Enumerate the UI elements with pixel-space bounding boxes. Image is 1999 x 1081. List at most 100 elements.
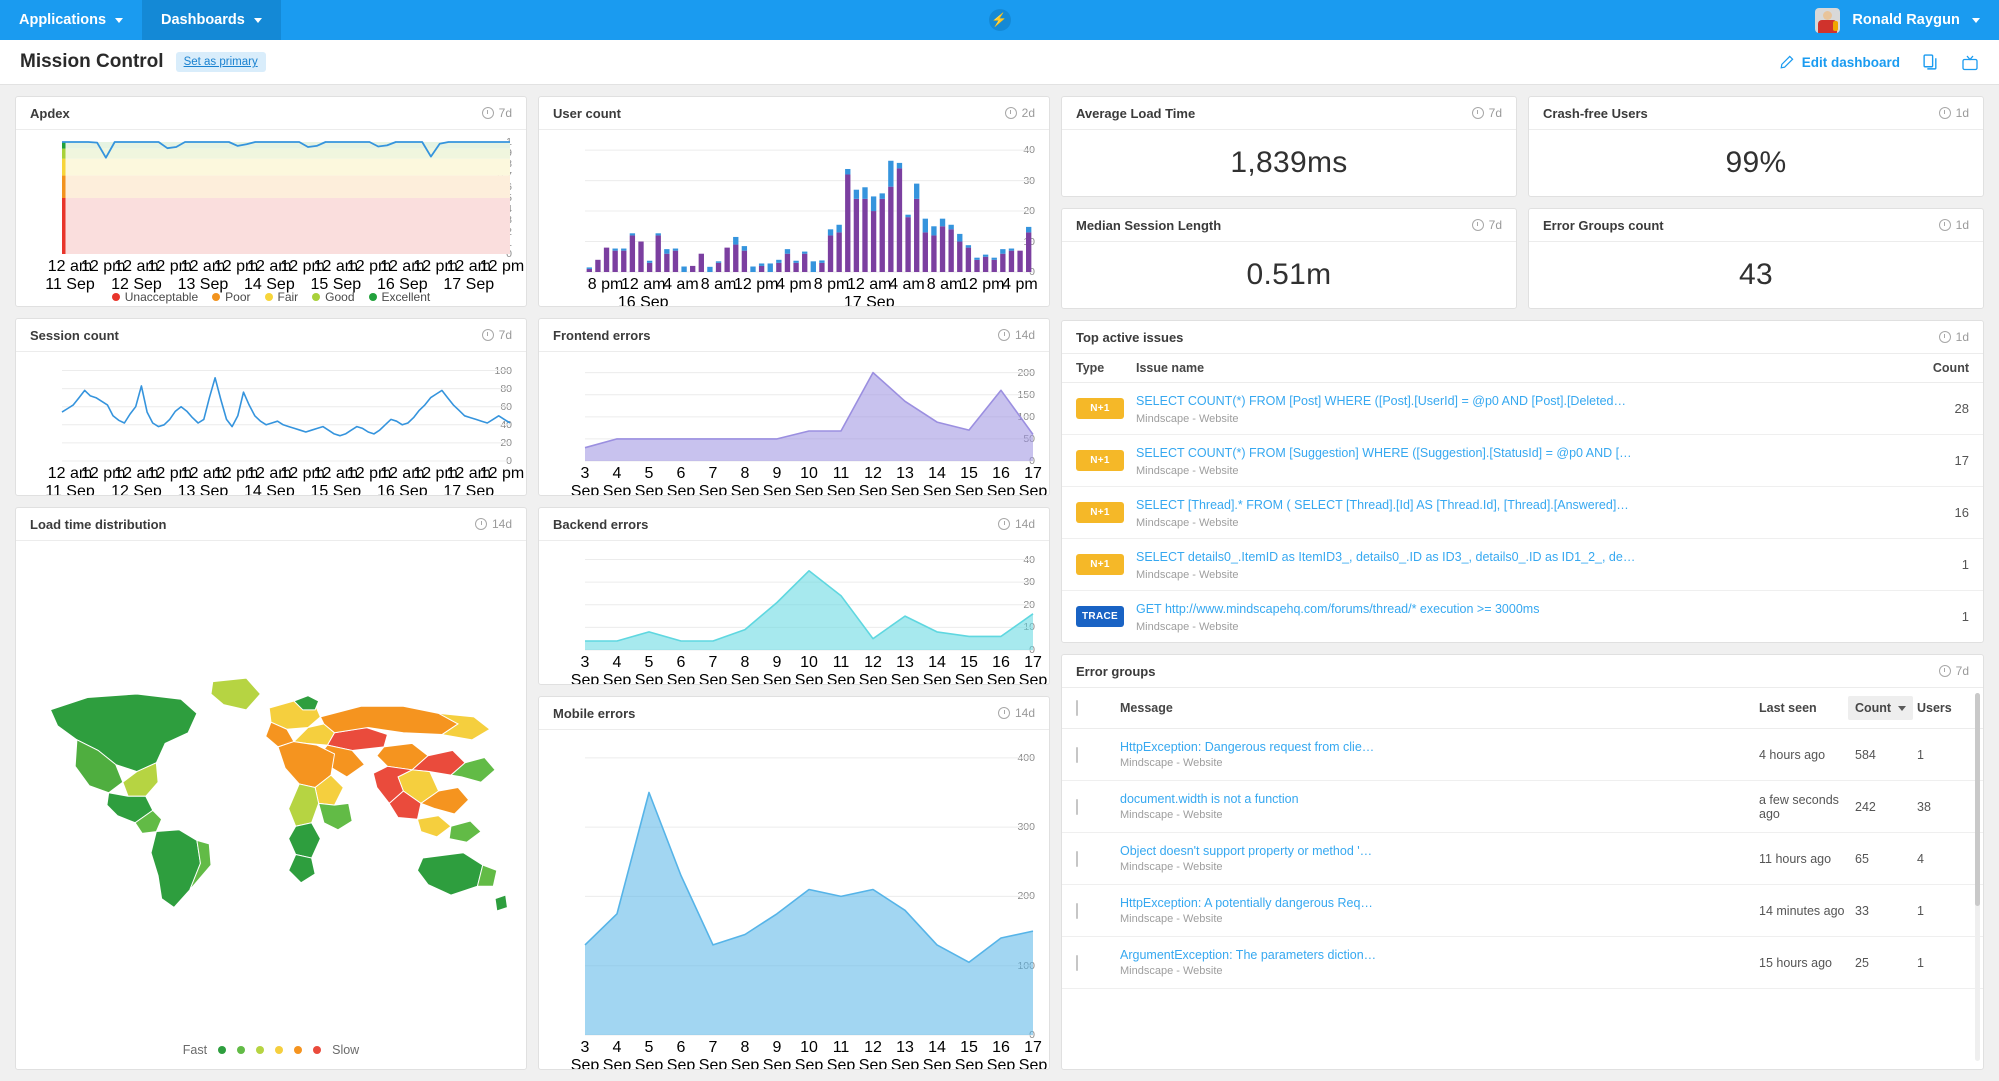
error-group-row[interactable]: ArgumentException: The parameters dictio… (1062, 937, 1983, 989)
card-header: Top active issues 1d (1062, 321, 1983, 354)
error-message-link[interactable]: Object doesn't support property or metho… (1120, 844, 1759, 858)
time-range-badge[interactable]: 2d (1004, 106, 1035, 120)
card-title: Top active issues (1076, 329, 1184, 345)
issue-row[interactable]: TRACE GET http://www.mindscapehq.com/foru… (1062, 591, 1983, 642)
legend-swatch (313, 1046, 322, 1054)
scrollbar[interactable] (1975, 693, 1980, 1061)
card-header: User count 2d (539, 97, 1049, 130)
column-header-message: Message (1120, 701, 1173, 715)
time-range-badge[interactable]: 7d (1471, 106, 1502, 120)
error-message-link[interactable]: ArgumentException: The parameters dictio… (1120, 948, 1759, 962)
x-tick-label: 9 Sep (762, 654, 792, 685)
top-navigation-bar: Applications Dashboards ⚡ Ronald Raygun (0, 0, 1999, 40)
time-range-badge[interactable]: 7d (481, 106, 512, 120)
x-tick-label: 3 Sep (570, 1039, 600, 1070)
count-cell: 242 (1855, 799, 1876, 814)
row-checkbox[interactable] (1076, 850, 1078, 867)
scrollbar-thumb[interactable] (1975, 693, 1980, 907)
legend-item[interactable]: Good (312, 290, 355, 304)
time-range-label: 7d (1955, 664, 1969, 678)
copy-icon[interactable] (1922, 53, 1939, 71)
legend-swatch (275, 1046, 284, 1054)
time-range-label: 7d (1488, 218, 1502, 232)
select-all-checkbox[interactable] (1076, 700, 1078, 716)
time-range-badge[interactable]: 7d (1938, 664, 1969, 678)
issue-row[interactable]: N+1 SELECT COUNT(*) FROM [Post] WHERE ([P… (1062, 383, 1983, 435)
card-title: Session count (30, 327, 119, 343)
backend-errors-chart[interactable]: 0102030403Sep4Sep5Sep6Sep7Sep8Sep9Sep10S… (549, 547, 1047, 684)
nav-applications[interactable]: Applications (0, 0, 142, 40)
row-checkbox[interactable] (1076, 902, 1078, 919)
error-group-row[interactable]: Object doesn't support property or metho… (1062, 833, 1983, 885)
world-map[interactable] (24, 545, 518, 1037)
time-range-badge[interactable]: 1d (1938, 106, 1969, 120)
chevron-down-icon (115, 17, 124, 23)
select-all-cell (1076, 700, 1120, 716)
legend-item[interactable]: Poor (212, 290, 251, 304)
count-cell: 33 (1855, 903, 1869, 918)
column-header-count[interactable]: Count (1848, 696, 1917, 720)
row-checkbox[interactable] (1076, 954, 1078, 971)
kpi-label: Error Groups count (1543, 217, 1664, 233)
last-seen-cell: 11 hours ago (1759, 851, 1832, 866)
column-header-users[interactable]: Users (1917, 701, 1969, 715)
row-checkbox[interactable] (1076, 746, 1078, 763)
user-count-chart[interactable]: 0102030408 pm12 am16 Sep4 am8 am12 pm4 p… (549, 136, 1039, 306)
kpi-value: 43 (1739, 258, 1773, 291)
legend-swatch (294, 1046, 303, 1054)
user-name-label: Ronald Raygun (1852, 12, 1960, 28)
error-message-link[interactable]: HttpException: Dangerous request from cl… (1120, 740, 1759, 754)
error-group-row[interactable]: HttpException: A potentially dangerous R… (1062, 885, 1983, 937)
app-logo[interactable]: ⚡ (988, 9, 1011, 31)
apdex-chart[interactable]: 00.10.20.30.40.50.60.70.80.9112 am11 Sep… (26, 136, 524, 304)
time-range-badge[interactable]: 1d (1938, 330, 1969, 344)
issue-row[interactable]: N+1 SELECT [Thread].* FROM ( SELECT [Thre… (1062, 487, 1983, 539)
issue-name-link[interactable]: SELECT details0_.ItemID as ItemID3_, det… (1136, 550, 1635, 564)
x-tick-label: 8 am (926, 276, 963, 293)
time-range-label: 1d (1955, 218, 1969, 232)
issue-row[interactable]: N+1 SELECT COUNT(*) FROM [Suggestion] WHE… (1062, 435, 1983, 487)
issue-name-link[interactable]: SELECT COUNT(*) FROM [Post] WHERE ([Post… (1136, 394, 1626, 408)
legend-item[interactable]: Unacceptable (111, 290, 198, 304)
kpi-median-session-length: Median Session Length 7d 0.51m (1061, 208, 1517, 309)
error-message-cell: HttpException: Dangerous request from cl… (1120, 740, 1759, 769)
edit-dashboard-button[interactable]: Edit dashboard (1779, 55, 1900, 70)
last-seen-cell: 15 hours ago (1759, 955, 1832, 970)
issue-type-badge: N+1 (1076, 450, 1124, 471)
time-range-badge[interactable]: 7d (481, 328, 512, 342)
legend-item[interactable]: Excellent (368, 290, 430, 304)
dashboard-column-middle: User count 2d 0102030408 pm12 am16 Sep4 … (538, 96, 1050, 1070)
user-menu[interactable]: Ronald Raygun (1796, 0, 1999, 40)
frontend-errors-chart[interactable]: 0501001502003Sep4Sep5Sep6Sep7Sep8Sep9Sep… (549, 358, 1047, 495)
legend-swatch (256, 1046, 265, 1054)
error-group-row[interactable]: HttpException: Dangerous request from cl… (1062, 729, 1983, 781)
x-tick-label: 4 Sep (602, 654, 632, 685)
nav-dashboards[interactable]: Dashboards (142, 0, 281, 40)
time-range-badge[interactable]: 14d (997, 706, 1035, 720)
legend-item[interactable]: Fair (264, 290, 298, 304)
column-header-last-seen[interactable]: Last seen (1759, 701, 1855, 715)
time-range-badge[interactable]: 14d (997, 517, 1035, 531)
issue-row[interactable]: N+1 SELECT details0_.ItemID as ItemID3_, … (1062, 539, 1983, 591)
mobile-errors-chart[interactable]: 01002003004003Sep4Sep5Sep6Sep7Sep8Sep9Se… (549, 736, 1047, 1069)
time-range-badge[interactable]: 14d (474, 517, 512, 531)
row-checkbox[interactable] (1076, 798, 1078, 815)
last-seen-cell: a few seconds ago (1759, 792, 1839, 821)
x-axis-labels: 3 Sep 4 Sep 5 Sep 6 Sep 7 Sep 8 Sep 9 Sep 10 Sep 11 Sep 12… (571, 1035, 1047, 1069)
session-count-chart[interactable]: 0 20 40 60 80 100 12 am 11 Sep 12 pm 12 am 12 Sep 1… (26, 358, 524, 495)
chart-plot (585, 559, 1034, 651)
time-range-badge[interactable]: 14d (997, 328, 1035, 342)
error-message-link[interactable]: HttpException: A potentially dangerous R… (1120, 896, 1759, 910)
time-range-badge[interactable]: 1d (1938, 218, 1969, 232)
error-group-row[interactable]: document.width is not a function Mindscap… (1062, 781, 1983, 833)
tv-icon[interactable] (1961, 54, 1979, 71)
issue-name-link[interactable]: SELECT [Thread].* FROM ( SELECT [Thread]… (1136, 498, 1629, 512)
clock-icon (1471, 107, 1484, 119)
row-select-cell (1076, 902, 1120, 919)
error-message-link[interactable]: document.width is not a function (1120, 792, 1759, 806)
set-as-primary-button[interactable]: Set as primary (175, 52, 266, 72)
issue-name-link[interactable]: SELECT COUNT(*) FROM [Suggestion] WHERE … (1136, 446, 1632, 460)
time-range-badge[interactable]: 7d (1471, 218, 1502, 232)
issue-name-link[interactable]: GET http://www.mindscapehq.com/forums/th… (1136, 602, 1539, 616)
column-header-count-label: Count (1855, 701, 1892, 715)
